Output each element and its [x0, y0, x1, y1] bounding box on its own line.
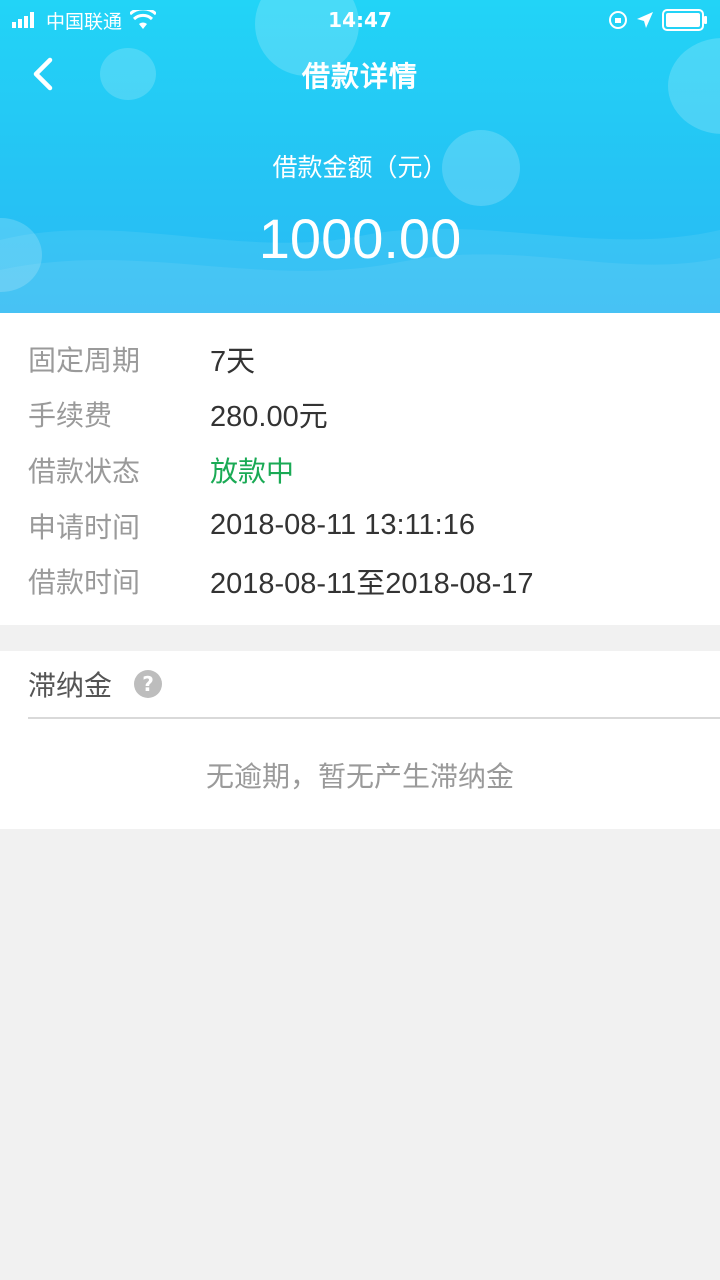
- detail-label: 借款时间: [28, 566, 141, 600]
- detail-label: 手续费: [28, 399, 113, 433]
- loan-details-card: 固定周期 7天 手续费 280.00元 借款状态 放款中 申请时间 2018-0…: [0, 313, 720, 625]
- detail-value: 2018-08-11至2018-08-17: [210, 568, 534, 601]
- detail-label: 借款状态: [28, 454, 141, 488]
- amount-label: 借款金额（元）: [272, 153, 448, 182]
- detail-label: 申请时间: [28, 510, 141, 544]
- detail-label: 固定周期: [28, 343, 141, 377]
- page-title: 借款详情: [301, 60, 418, 93]
- late-fee-card: 滞纳金 ? 无逾期，暂无产生滞纳金: [0, 650, 720, 829]
- amount-value: 1000.00: [258, 207, 462, 270]
- chevron-left-icon: [33, 57, 53, 91]
- late-fee-header: 滞纳金 ?: [28, 651, 720, 719]
- help-icon[interactable]: ?: [134, 669, 163, 698]
- detail-value: 7天: [210, 345, 256, 378]
- clock: 14:47: [328, 8, 392, 32]
- loan-header: 中国联通 14:47 借款详情 借款金额（元） 1000.00: [0, 0, 720, 313]
- nav-bar: 借款详情: [0, 40, 720, 110]
- status-bar: 中国联通 14:47: [0, 0, 720, 40]
- detail-row-status: 借款状态 放款中: [28, 442, 692, 498]
- detail-row-period: 固定周期 7天: [28, 331, 692, 387]
- late-fee-title: 滞纳金: [28, 668, 113, 702]
- late-fee-empty-text: 无逾期，暂无产生滞纳金: [205, 759, 514, 793]
- detail-row-apply-time: 申请时间 2018-08-11 13:11:16: [28, 498, 692, 554]
- status-value: 放款中: [210, 454, 295, 488]
- back-button[interactable]: [22, 52, 70, 100]
- detail-row-fee: 手续费 280.00元: [28, 387, 692, 443]
- detail-value: 280.00元: [210, 401, 328, 434]
- detail-row-loan-time: 借款时间 2018-08-11至2018-08-17: [28, 553, 692, 609]
- detail-value: 2018-08-11 13:11:16: [210, 509, 475, 542]
